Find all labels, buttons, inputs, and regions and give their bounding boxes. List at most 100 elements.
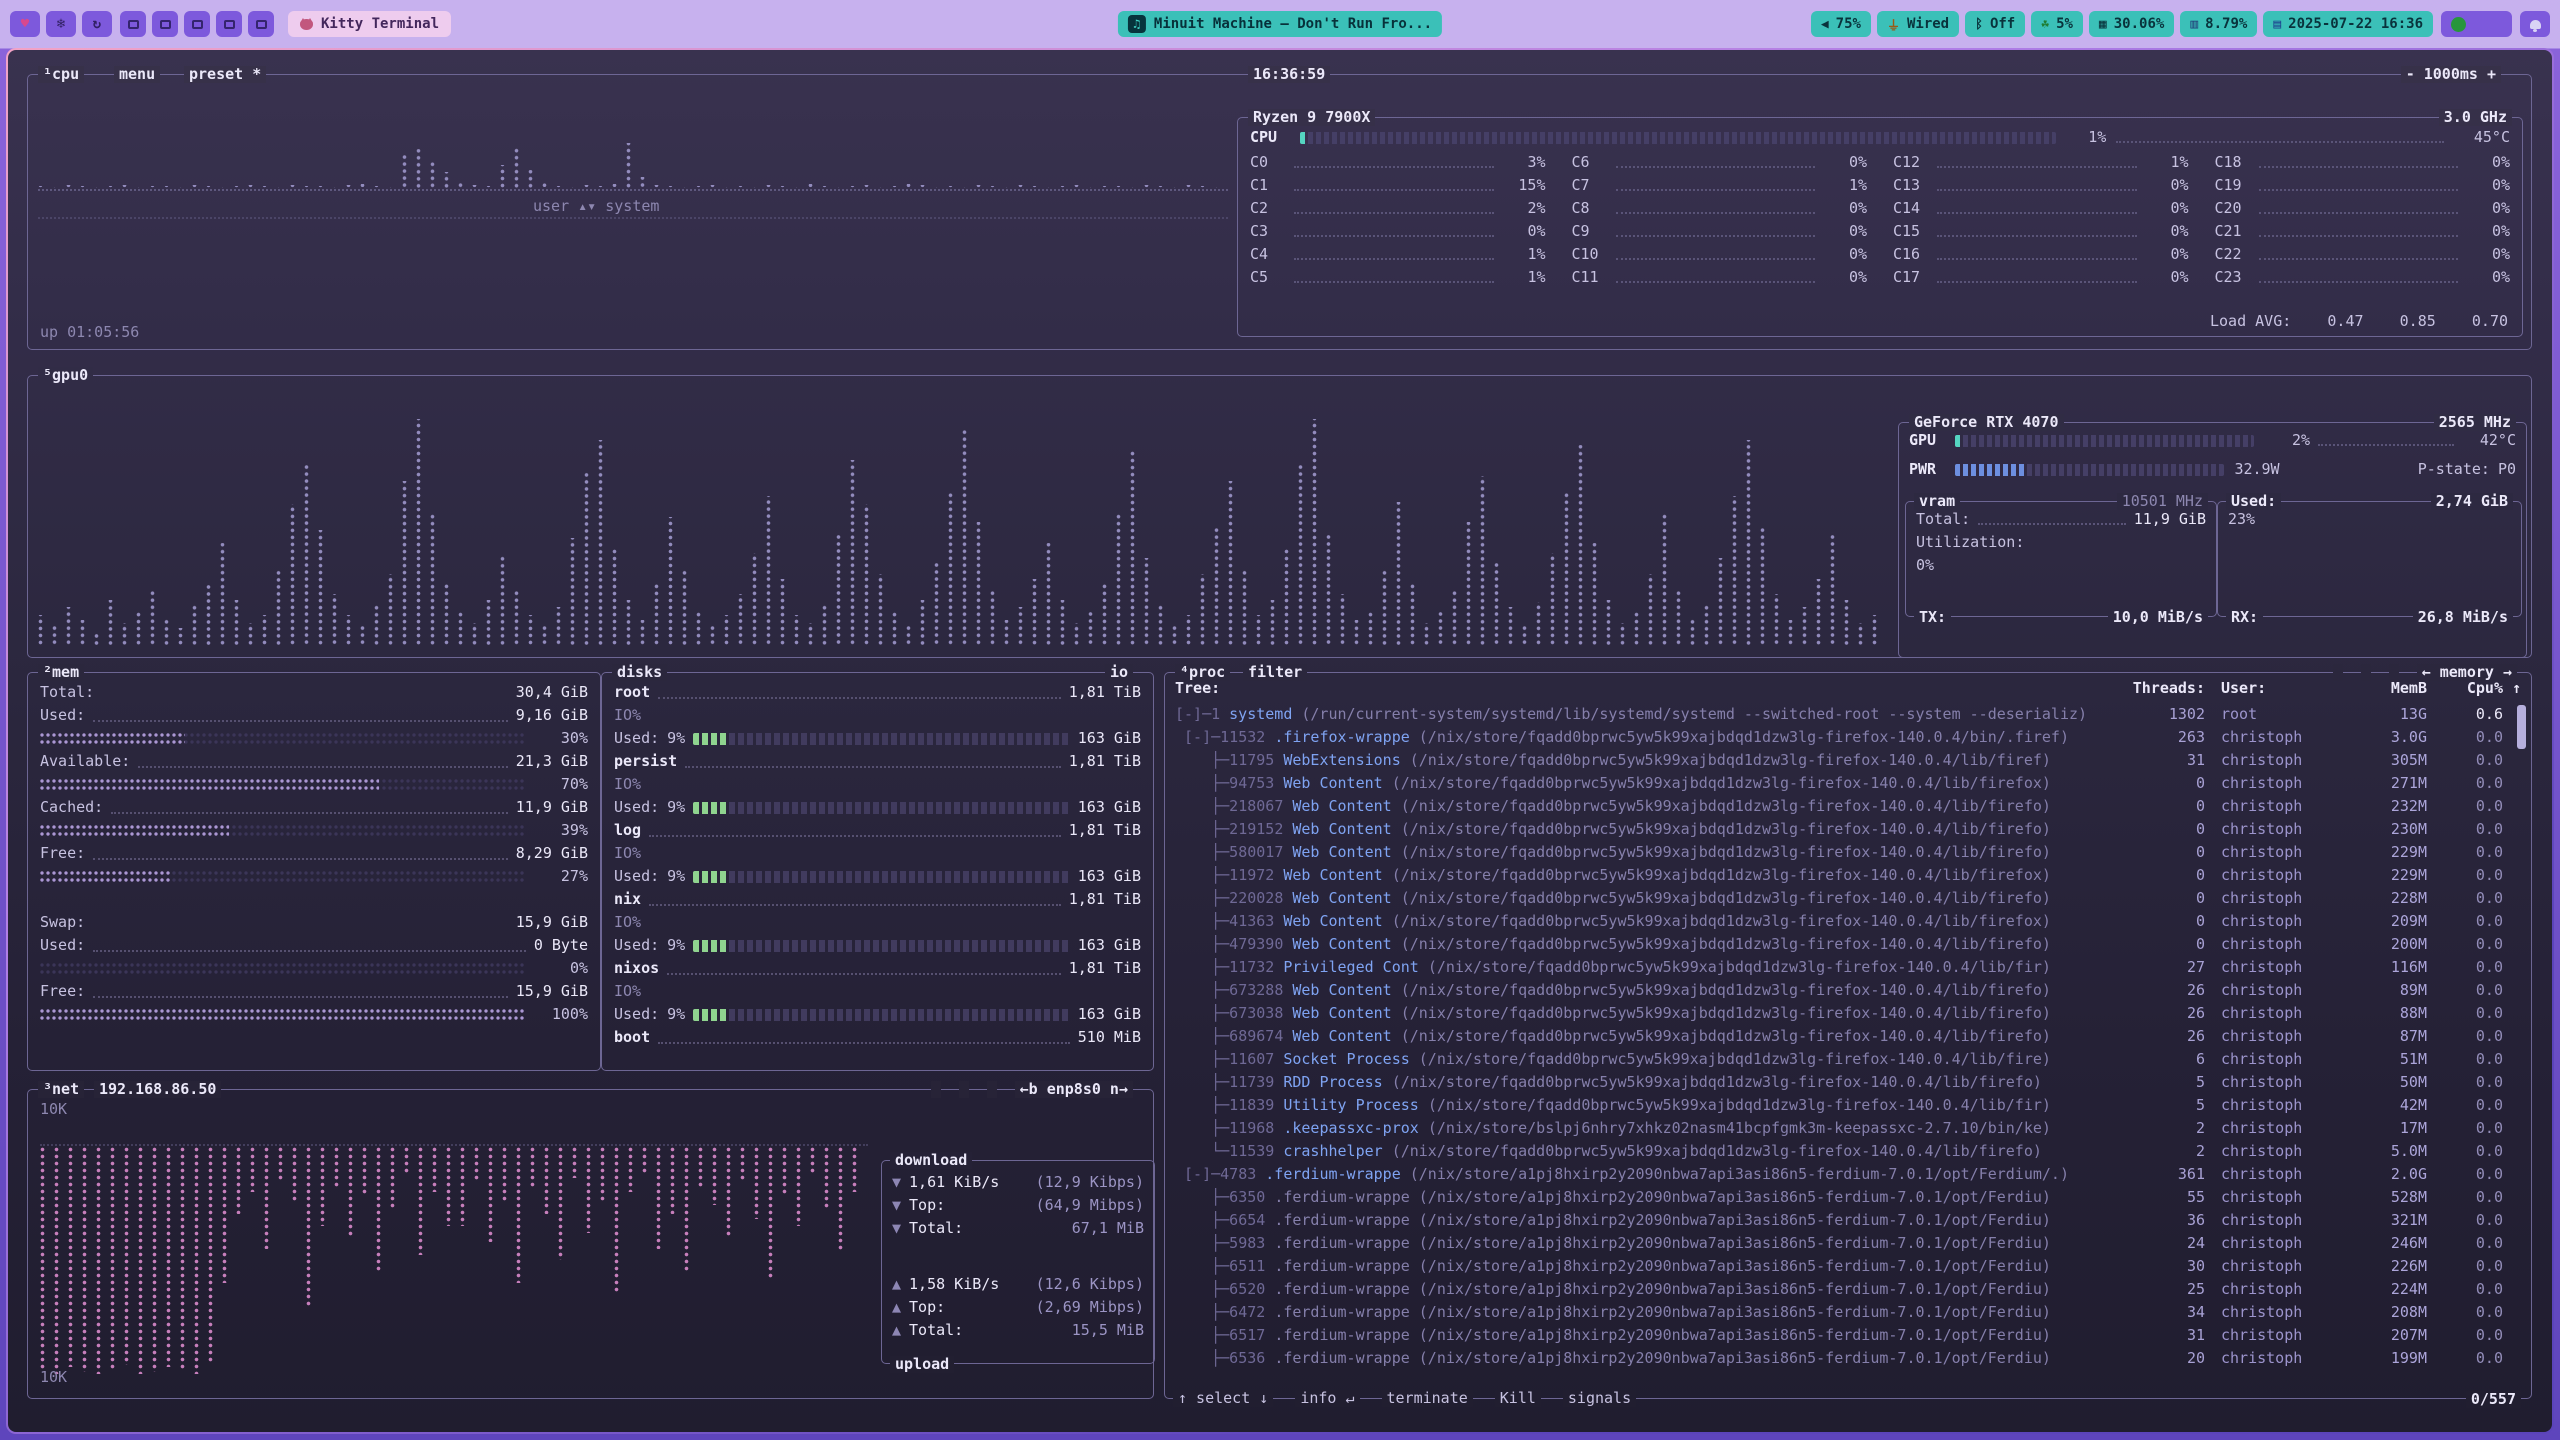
network-option-button[interactable]: [987, 1081, 997, 1098]
cpu-core-row: C0 3%: [1250, 151, 1546, 174]
terminate-button[interactable]: terminate: [1382, 1390, 1473, 1407]
process-row[interactable]: ├─218067Web Content(/nix/store/fqadd0bpr…: [1167, 795, 2529, 818]
cpu-frequency-label: 3.0 GHz: [2439, 109, 2512, 126]
process-row[interactable]: ├─6472.ferdium-wrappe(/nix/store/a1pj8hx…: [1167, 1301, 2529, 1324]
process-memory: 5.0M: [2335, 1140, 2427, 1163]
workspace-button[interactable]: [152, 11, 178, 37]
process-threads: 20: [2115, 1347, 2205, 1370]
process-row[interactable]: ├─6350.ferdium-wrappe(/nix/store/a1pj8hx…: [1167, 1186, 2529, 1209]
process-cpu: 0.6: [2427, 703, 2503, 726]
disk-row: root 1,81 TiB IO% Used: 9% 163 GiB: [614, 681, 1141, 750]
process-command: (/nix/store/a1pj8hxirp2y2090nbwa7api3asi…: [1419, 1211, 2051, 1229]
info-button[interactable]: info ↵: [1295, 1390, 1359, 1407]
process-row[interactable]: [-]─1systemd(/run/current-system/systemd…: [1167, 703, 2529, 726]
process-command: (/nix/store/fqadd0bprwc5yw5k99xajbdqd1dz…: [1401, 935, 2051, 953]
memory-row: Used: 0 Byte 0%: [40, 934, 588, 980]
process-name: Web Content: [1292, 1004, 1391, 1022]
process-row[interactable]: ├─11739RDD Process(/nix/store/fqadd0bprw…: [1167, 1071, 2529, 1094]
process-row[interactable]: ├─219152Web Content(/nix/store/fqadd0bpr…: [1167, 818, 2529, 841]
process-row[interactable]: ├─673288Web Content(/nix/store/fqadd0bpr…: [1167, 979, 2529, 1002]
header-threads[interactable]: Threads:: [2115, 677, 2205, 700]
launcher-button[interactable]: ❄: [46, 11, 76, 37]
sort-arrow-icon[interactable]: ↑: [2503, 677, 2521, 700]
now-playing-button[interactable]: ♫ Minuit Machine – Don't Run Fro...: [1118, 11, 1442, 37]
header-user[interactable]: User:: [2205, 677, 2335, 700]
bar-stat-button[interactable]: ⏚Wired: [1877, 11, 1959, 37]
network-option-button[interactable]: [931, 1081, 941, 1098]
workspace-icon: [224, 20, 235, 29]
vram-used-title: Used:: [2226, 493, 2281, 510]
process-row[interactable]: [-]─4783.ferdium-wrappe(/nix/store/a1pj8…: [1167, 1163, 2529, 1186]
bar-stat-button[interactable]: ▦30.06%: [2089, 11, 2174, 37]
signals-button[interactable]: signals: [1563, 1390, 1636, 1407]
header-cpu[interactable]: Cpu%: [2427, 677, 2503, 700]
process-command: (/nix/store/fqadd0bprwc5yw5k99xajbdqd1dz…: [1401, 889, 2051, 907]
notifications-button[interactable]: [2520, 11, 2550, 37]
memory-meter: [40, 1008, 524, 1021]
bar-stat-button[interactable]: ☘5%: [2031, 11, 2083, 37]
core-label: C10: [1572, 243, 1608, 266]
upload-arrow-icon: ▲: [892, 1319, 901, 1342]
gpu-pstate-label: P-state:: [2418, 458, 2490, 481]
header-tree[interactable]: Tree:: [1175, 677, 2115, 700]
process-row[interactable]: ├─580017Web Content(/nix/store/fqadd0bpr…: [1167, 841, 2529, 864]
launcher-button[interactable]: ♥: [10, 11, 40, 37]
refresh-interval-control[interactable]: - 1000ms +: [2401, 66, 2501, 83]
process-threads: 26: [2115, 979, 2205, 1002]
process-row[interactable]: ├─673038Web Content(/nix/store/fqadd0bpr…: [1167, 1002, 2529, 1025]
kill-button[interactable]: Kill: [1495, 1390, 1541, 1407]
process-row[interactable]: ├─6511.ferdium-wrappe(/nix/store/a1pj8hx…: [1167, 1255, 2529, 1278]
memory-row-value: 11,9 GiB: [516, 796, 588, 819]
memory-row-label: Used:: [40, 704, 85, 727]
process-row[interactable]: ├─11839Utility Process(/nix/store/fqadd0…: [1167, 1094, 2529, 1117]
disk-used-meter: [693, 1009, 1070, 1021]
process-command: (/nix/store/fqadd0bprwc5yw5k99xajbdqd1dz…: [1410, 751, 2051, 769]
process-cpu: 0.0: [2427, 956, 2503, 979]
process-row[interactable]: ├─41363Web Content(/nix/store/fqadd0bprw…: [1167, 910, 2529, 933]
process-row[interactable]: ├─11968.keepassxc-prox(/nix/store/bslpj6…: [1167, 1117, 2529, 1140]
workspace-button[interactable]: [248, 11, 274, 37]
select-buttons[interactable]: ↑ select ↓: [1173, 1390, 1273, 1407]
workspace-button[interactable]: [184, 11, 210, 37]
process-row[interactable]: ├─6654.ferdium-wrappe(/nix/store/a1pj8hx…: [1167, 1209, 2529, 1232]
process-row[interactable]: └─11539crashhelper(/nix/store/fqadd0bprw…: [1167, 1140, 2529, 1163]
launcher-button[interactable]: ↻: [82, 11, 112, 37]
active-window-button[interactable]: Kitty Terminal: [288, 11, 451, 37]
process-row[interactable]: ├─220028Web Content(/nix/store/fqadd0bpr…: [1167, 887, 2529, 910]
process-cpu: 0.0: [2427, 864, 2503, 887]
tree-prefix: [-]─1: [1175, 705, 1220, 723]
process-row[interactable]: ├─6520.ferdium-wrappe(/nix/store/a1pj8hx…: [1167, 1278, 2529, 1301]
workspace-button[interactable]: [120, 11, 146, 37]
process-memory: 246M: [2335, 1232, 2427, 1255]
process-row[interactable]: ├─689674Web Content(/nix/store/fqadd0bpr…: [1167, 1025, 2529, 1048]
process-command: (/nix/store/fqadd0bprwc5yw5k99xajbdqd1dz…: [1401, 981, 2051, 999]
bar-stat-button[interactable]: ᛒOff: [1965, 11, 2025, 37]
bar-stat-button[interactable]: ◀75%: [1811, 11, 1871, 37]
process-row[interactable]: ├─479390Web Content(/nix/store/fqadd0bpr…: [1167, 933, 2529, 956]
tray-icon[interactable]: [2451, 17, 2466, 32]
process-row[interactable]: ├─11607Socket Process(/nix/store/fqadd0b…: [1167, 1048, 2529, 1071]
process-row[interactable]: ├─6536.ferdium-wrappe(/nix/store/a1pj8hx…: [1167, 1347, 2529, 1370]
process-row[interactable]: ├─6517.ferdium-wrappe(/nix/store/a1pj8hx…: [1167, 1324, 2529, 1347]
process-row[interactable]: [-]─11532.firefox-wrappe(/nix/store/fqad…: [1167, 726, 2529, 749]
system-tray[interactable]: [2441, 11, 2512, 37]
menu-button[interactable]: menu: [114, 66, 160, 83]
bar-stat-button[interactable]: ▥8.79%: [2180, 11, 2257, 37]
process-row[interactable]: ├─11972Web Content(/nix/store/fqadd0bprw…: [1167, 864, 2529, 887]
preset-button[interactable]: preset *: [184, 66, 266, 83]
core-percent: 0%: [1823, 243, 1867, 266]
process-row[interactable]: ├─11795WebExtensions(/nix/store/fqadd0bp…: [1167, 749, 2529, 772]
process-command: (/nix/store/a1pj8hxirp2y2090nbwa7api3asi…: [1419, 1349, 2051, 1367]
header-memory[interactable]: MemB: [2335, 677, 2427, 700]
process-row[interactable]: ├─11732Privileged Cont(/nix/store/fqadd0…: [1167, 956, 2529, 979]
network-option-button[interactable]: [959, 1081, 969, 1098]
process-row[interactable]: ├─94753Web Content(/nix/store/fqadd0bprw…: [1167, 772, 2529, 795]
bar-stat-button[interactable]: ▤2025-07-22 16:36: [2263, 11, 2433, 37]
workspace-button[interactable]: [216, 11, 242, 37]
process-scrollbar-thumb[interactable]: [2517, 705, 2526, 749]
gpu-usage-row: GPU 2% 42°C: [1899, 429, 2526, 452]
disks-io-toggle[interactable]: io: [1105, 664, 1133, 681]
network-interface-switcher[interactable]: ←b enp8s0 n→: [1015, 1081, 1133, 1098]
process-row[interactable]: ├─5983.ferdium-wrappe(/nix/store/a1pj8hx…: [1167, 1232, 2529, 1255]
disk-used-value: 163 GiB: [1078, 796, 1141, 819]
